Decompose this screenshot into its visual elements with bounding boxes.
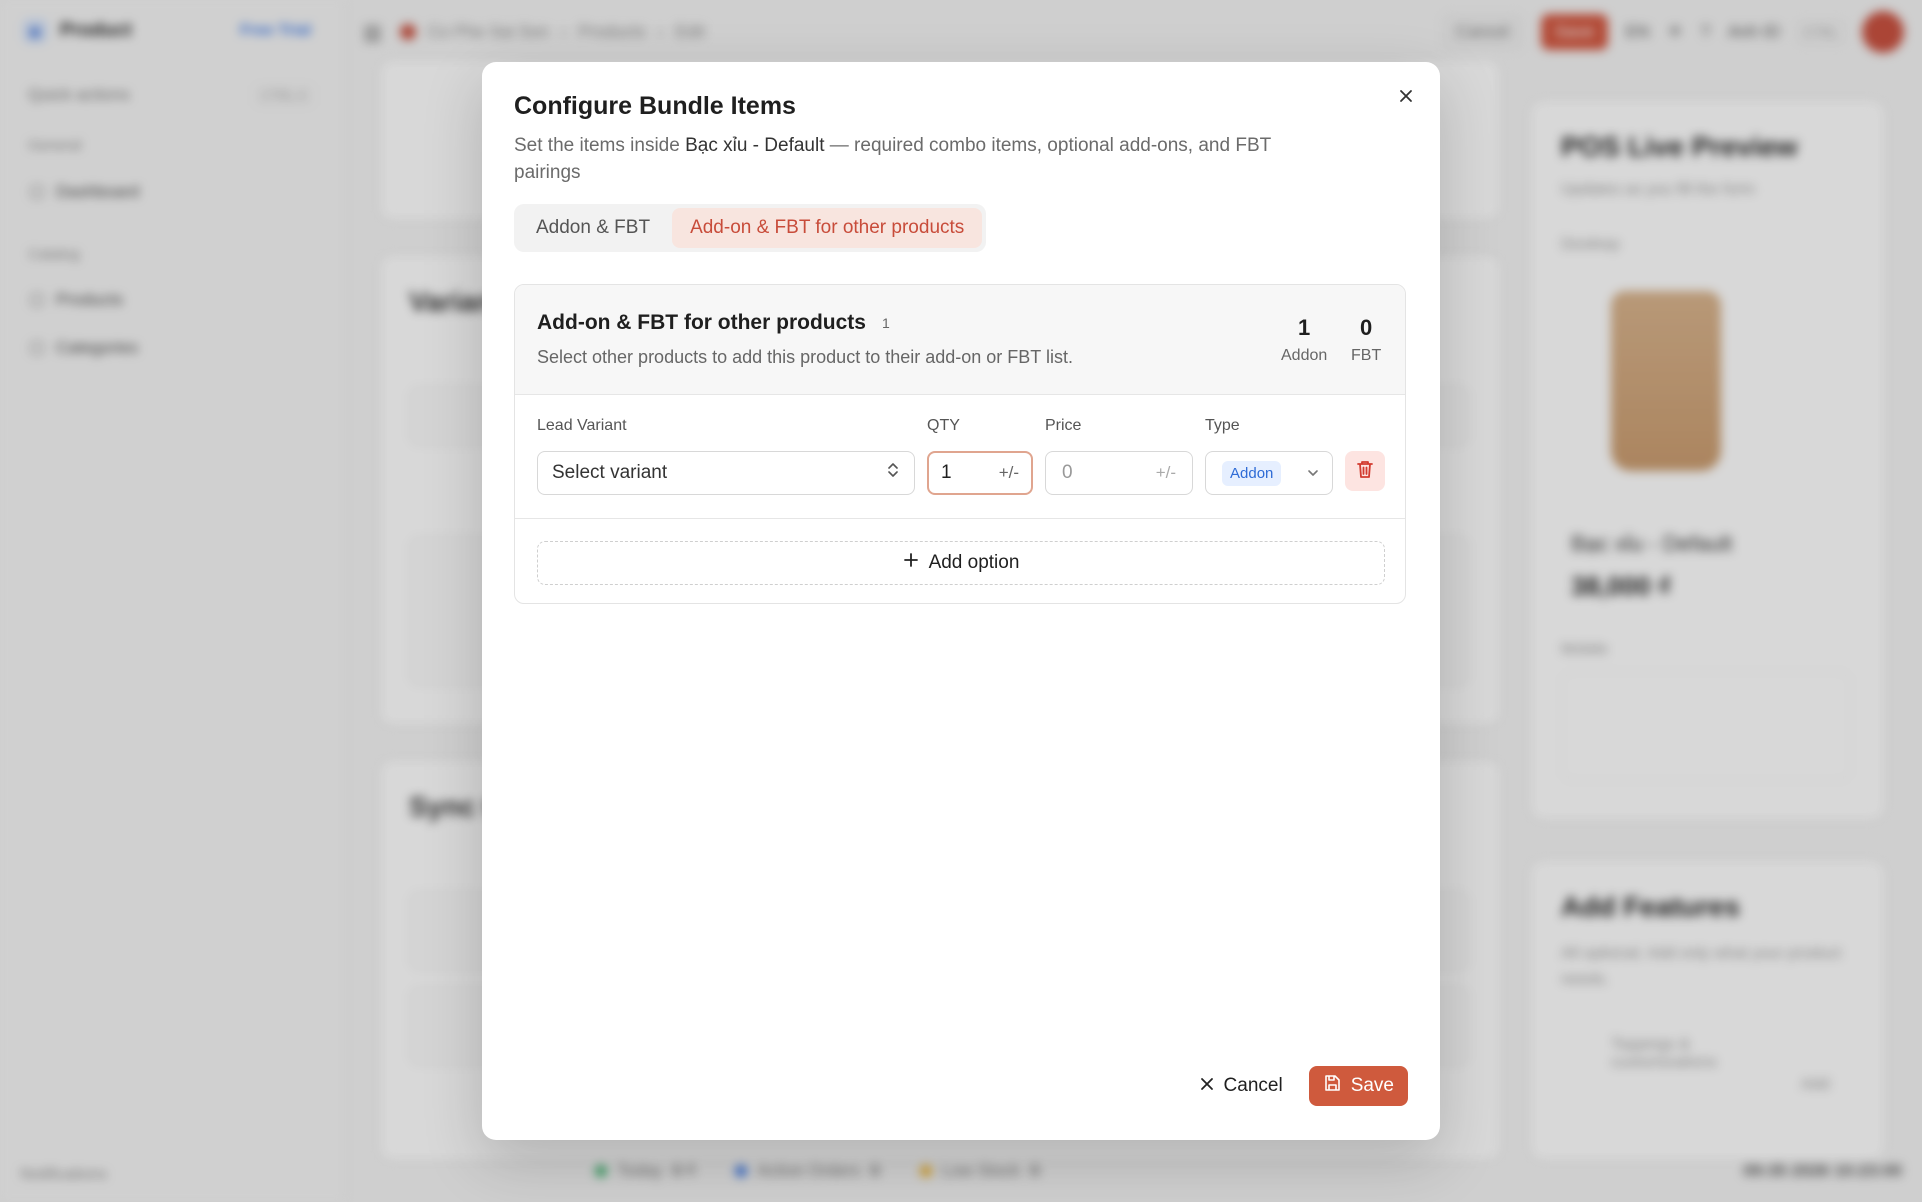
table-row: Lead Variant QTY Price Type Select varia… [515,395,1405,519]
fbt-label: FBT [1351,347,1382,364]
bundle-tabs: Addon & FBT Add-on & FBT for other produ… [514,204,987,252]
panel-count-badge: 1 [881,315,890,331]
add-option-button[interactable]: Add option [537,541,1385,585]
dialog-title: Configure Bundle Items [514,92,796,120]
save-icon [1323,1074,1341,1098]
tab-addon-fbt-other-products[interactable]: Add-on & FBT for other products [672,208,983,248]
close-icon [1200,1075,1214,1097]
plus-icon [903,552,919,574]
cancel-button[interactable]: Cancel [1196,1067,1287,1105]
panel-subtitle: Select other products to add this produc… [537,347,1073,367]
trash-icon [1356,459,1374,484]
variant-placeholder: Select variant [552,462,668,483]
dialog-footer: Cancel Save [1196,1066,1408,1106]
description-product: Bạc xỉu - Default [685,135,825,156]
qty-input[interactable]: 1 +/- [927,451,1033,495]
panel-title-text: Add-on & FBT for other products [537,311,866,334]
addon-count: 1 [1298,315,1311,340]
chevron-down-icon [1306,462,1320,484]
fbt-count: 0 [1359,315,1373,340]
lead-variant-select[interactable]: Select variant [537,451,915,495]
dialog-description: Set the items inside Bạc xỉu - Default —… [514,132,1334,186]
qty-adjust-toggle[interactable]: +/- [999,463,1019,483]
save-label: Save [1350,1075,1394,1096]
type-badge: Addon [1222,460,1282,486]
tab-addon-fbt[interactable]: Addon & FBT [518,208,668,248]
type-select[interactable]: Addon [1205,451,1333,495]
save-button[interactable]: Save [1308,1066,1408,1106]
column-qty: QTY [927,417,960,434]
other-products-panel: Add-on & FBT for other products 1 Select… [514,284,1406,604]
description-prefix: Set the items inside [514,135,686,156]
price-value: 0 [1062,462,1073,483]
column-price: Price [1045,417,1082,434]
column-lead-variant: Lead Variant [537,417,627,434]
price-adjust-toggle[interactable]: +/- [1156,463,1176,483]
addon-stat: 1 Addon [1281,315,1327,365]
fbt-stat: 0 FBT [1351,315,1381,365]
add-option-label: Add option [928,552,1020,573]
panel-title: Add-on & FBT for other products 1 [537,311,890,335]
close-icon[interactable] [1394,84,1418,108]
price-input[interactable]: 0 +/- [1045,451,1193,495]
chevron-up-down-icon [886,461,900,485]
column-type: Type [1205,417,1240,434]
qty-value: 1 [941,462,952,483]
delete-row-button[interactable] [1345,451,1385,491]
panel-header: Add-on & FBT for other products 1 Select… [515,285,1405,395]
addon-label: Addon [1281,347,1328,364]
cancel-label: Cancel [1223,1075,1283,1096]
configure-bundle-dialog: Configure Bundle Items Set the items ins… [482,62,1440,1140]
